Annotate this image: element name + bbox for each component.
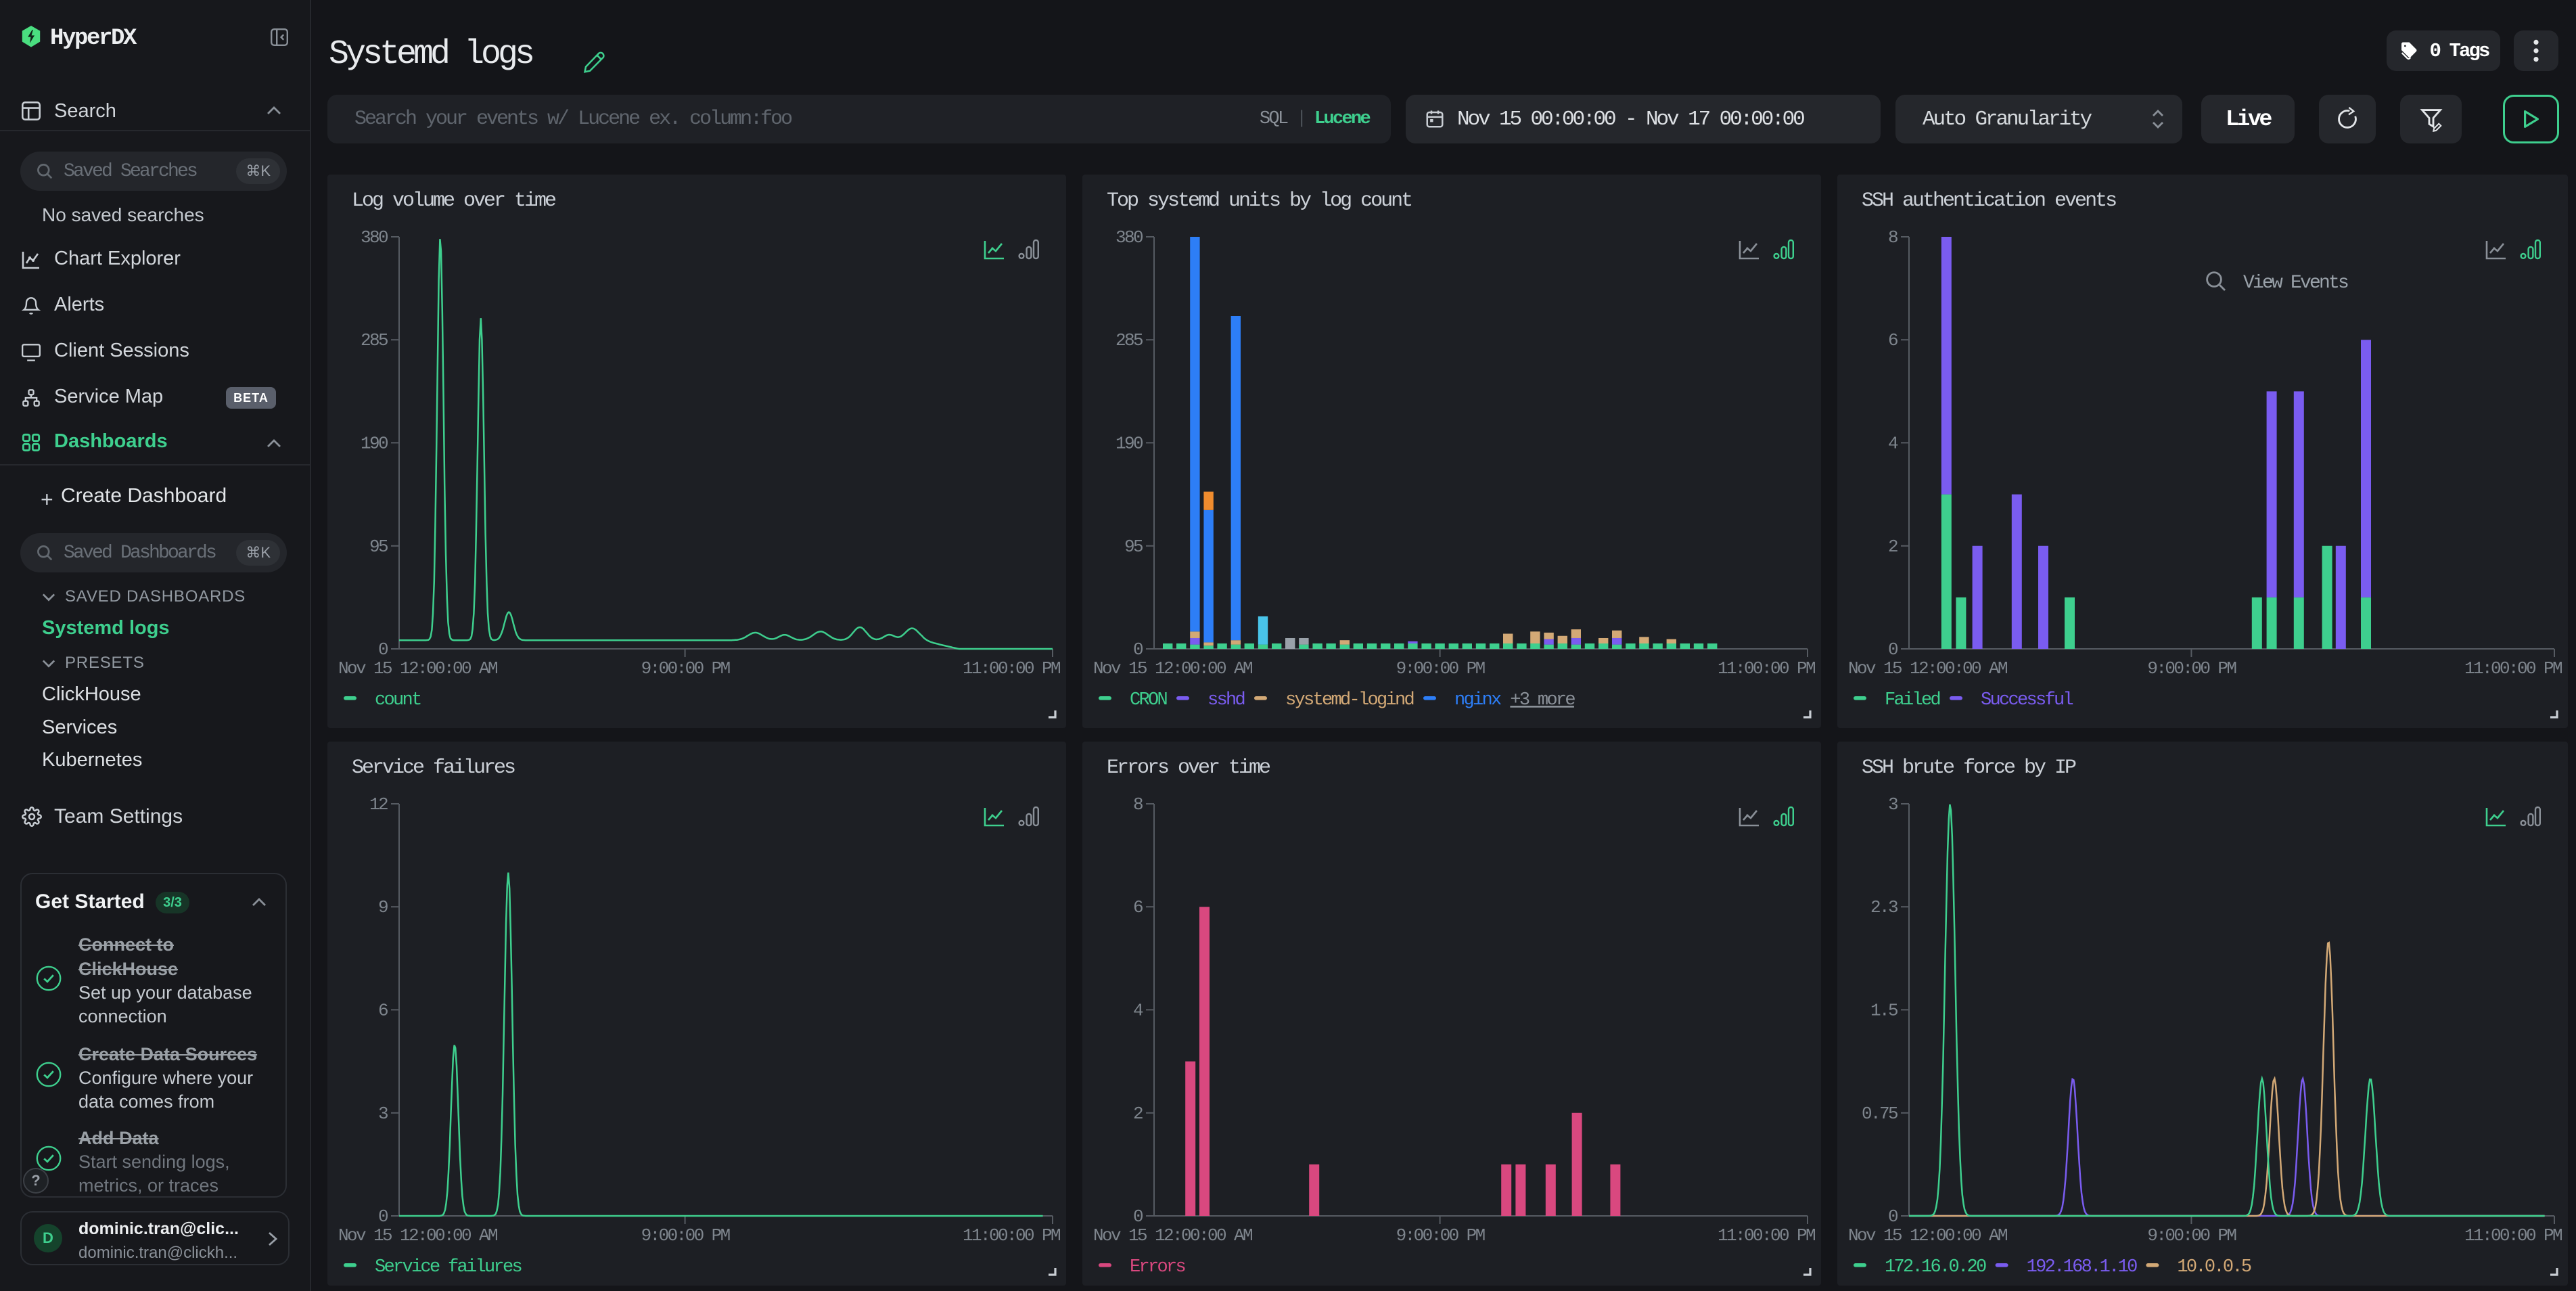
svg-text:9:00:00 PM: 9:00:00 PM xyxy=(2147,1225,2236,1246)
svg-text:+3 more: +3 more xyxy=(1510,690,1575,710)
svg-text:95: 95 xyxy=(1124,537,1143,557)
svg-text:sshd: sshd xyxy=(1208,690,1245,710)
svg-text:0: 0 xyxy=(1888,1206,1898,1227)
svg-text:0: 0 xyxy=(1133,639,1143,660)
svg-text:Nov 15 12:00:00 AM: Nov 15 12:00:00 AM xyxy=(1093,1225,1252,1246)
svg-text:0: 0 xyxy=(378,1206,388,1227)
svg-text:2: 2 xyxy=(1888,537,1898,557)
svg-text:9: 9 xyxy=(378,897,388,918)
svg-text:4: 4 xyxy=(1133,1000,1143,1020)
svg-text:6: 6 xyxy=(378,1000,388,1020)
svg-text:9:00:00 PM: 9:00:00 PM xyxy=(641,658,730,679)
svg-text:0: 0 xyxy=(1133,1206,1143,1227)
svg-text:6: 6 xyxy=(1888,330,1898,350)
svg-text:3: 3 xyxy=(378,1104,388,1124)
svg-text:Nov 15 12:00:00 AM: Nov 15 12:00:00 AM xyxy=(1848,658,2007,679)
svg-text:192.168.1.10: 192.168.1.10 xyxy=(2027,1257,2138,1277)
svg-text:9:00:00 PM: 9:00:00 PM xyxy=(1396,658,1485,679)
svg-text:count: count xyxy=(375,690,421,710)
svg-text:11:00:00 PM: 11:00:00 PM xyxy=(2464,658,2562,679)
svg-text:190: 190 xyxy=(1116,433,1143,453)
svg-text:6: 6 xyxy=(1133,897,1143,918)
svg-text:systemd-logind: systemd-logind xyxy=(1285,690,1414,710)
svg-text:11:00:00 PM: 11:00:00 PM xyxy=(1718,658,1815,679)
svg-text:Nov 15 12:00:00 AM: Nov 15 12:00:00 AM xyxy=(1093,658,1252,679)
svg-text:Successful: Successful xyxy=(1981,690,2073,710)
svg-text:8: 8 xyxy=(1888,227,1898,248)
svg-text:Failed: Failed xyxy=(1885,690,1940,710)
svg-text:190: 190 xyxy=(361,433,388,453)
svg-text:11:00:00 PM: 11:00:00 PM xyxy=(1718,1225,1815,1246)
svg-text:380: 380 xyxy=(1116,227,1143,248)
svg-text:10.0.0.5: 10.0.0.5 xyxy=(2177,1257,2251,1277)
svg-text:285: 285 xyxy=(1116,330,1143,350)
svg-text:172.16.0.20: 172.16.0.20 xyxy=(1885,1257,1986,1277)
svg-text:View Events: View Events xyxy=(2243,273,2348,294)
svg-text:nginx: nginx xyxy=(1454,690,1501,710)
svg-text:0.75: 0.75 xyxy=(1862,1104,1898,1124)
svg-text:CRON: CRON xyxy=(1130,690,1168,710)
svg-text:9:00:00 PM: 9:00:00 PM xyxy=(1396,1225,1485,1246)
svg-text:4: 4 xyxy=(1888,433,1898,453)
svg-text:1.5: 1.5 xyxy=(1870,1000,1898,1020)
svg-text:3: 3 xyxy=(1888,794,1898,815)
svg-text:Errors: Errors xyxy=(1130,1257,1185,1277)
svg-text:380: 380 xyxy=(361,227,388,248)
svg-text:Nov 15 12:00:00 AM: Nov 15 12:00:00 AM xyxy=(338,1225,497,1246)
svg-text:2.3: 2.3 xyxy=(1870,897,1898,918)
svg-text:8: 8 xyxy=(1133,794,1143,815)
svg-text:0: 0 xyxy=(378,639,388,660)
svg-text:Nov 15 12:00:00 AM: Nov 15 12:00:00 AM xyxy=(338,658,497,679)
svg-text:0: 0 xyxy=(1888,639,1898,660)
svg-text:Service failures: Service failures xyxy=(375,1257,522,1277)
svg-text:11:00:00 PM: 11:00:00 PM xyxy=(2464,1225,2562,1246)
svg-text:12: 12 xyxy=(369,794,388,815)
svg-text:2: 2 xyxy=(1133,1104,1143,1124)
svg-text:11:00:00 PM: 11:00:00 PM xyxy=(963,1225,1060,1246)
svg-text:285: 285 xyxy=(361,330,388,350)
svg-text:Nov 15 12:00:00 AM: Nov 15 12:00:00 AM xyxy=(1848,1225,2007,1246)
svg-text:11:00:00 PM: 11:00:00 PM xyxy=(963,658,1060,679)
svg-text:9:00:00 PM: 9:00:00 PM xyxy=(641,1225,730,1246)
svg-text:9:00:00 PM: 9:00:00 PM xyxy=(2147,658,2236,679)
svg-text:95: 95 xyxy=(369,537,388,557)
